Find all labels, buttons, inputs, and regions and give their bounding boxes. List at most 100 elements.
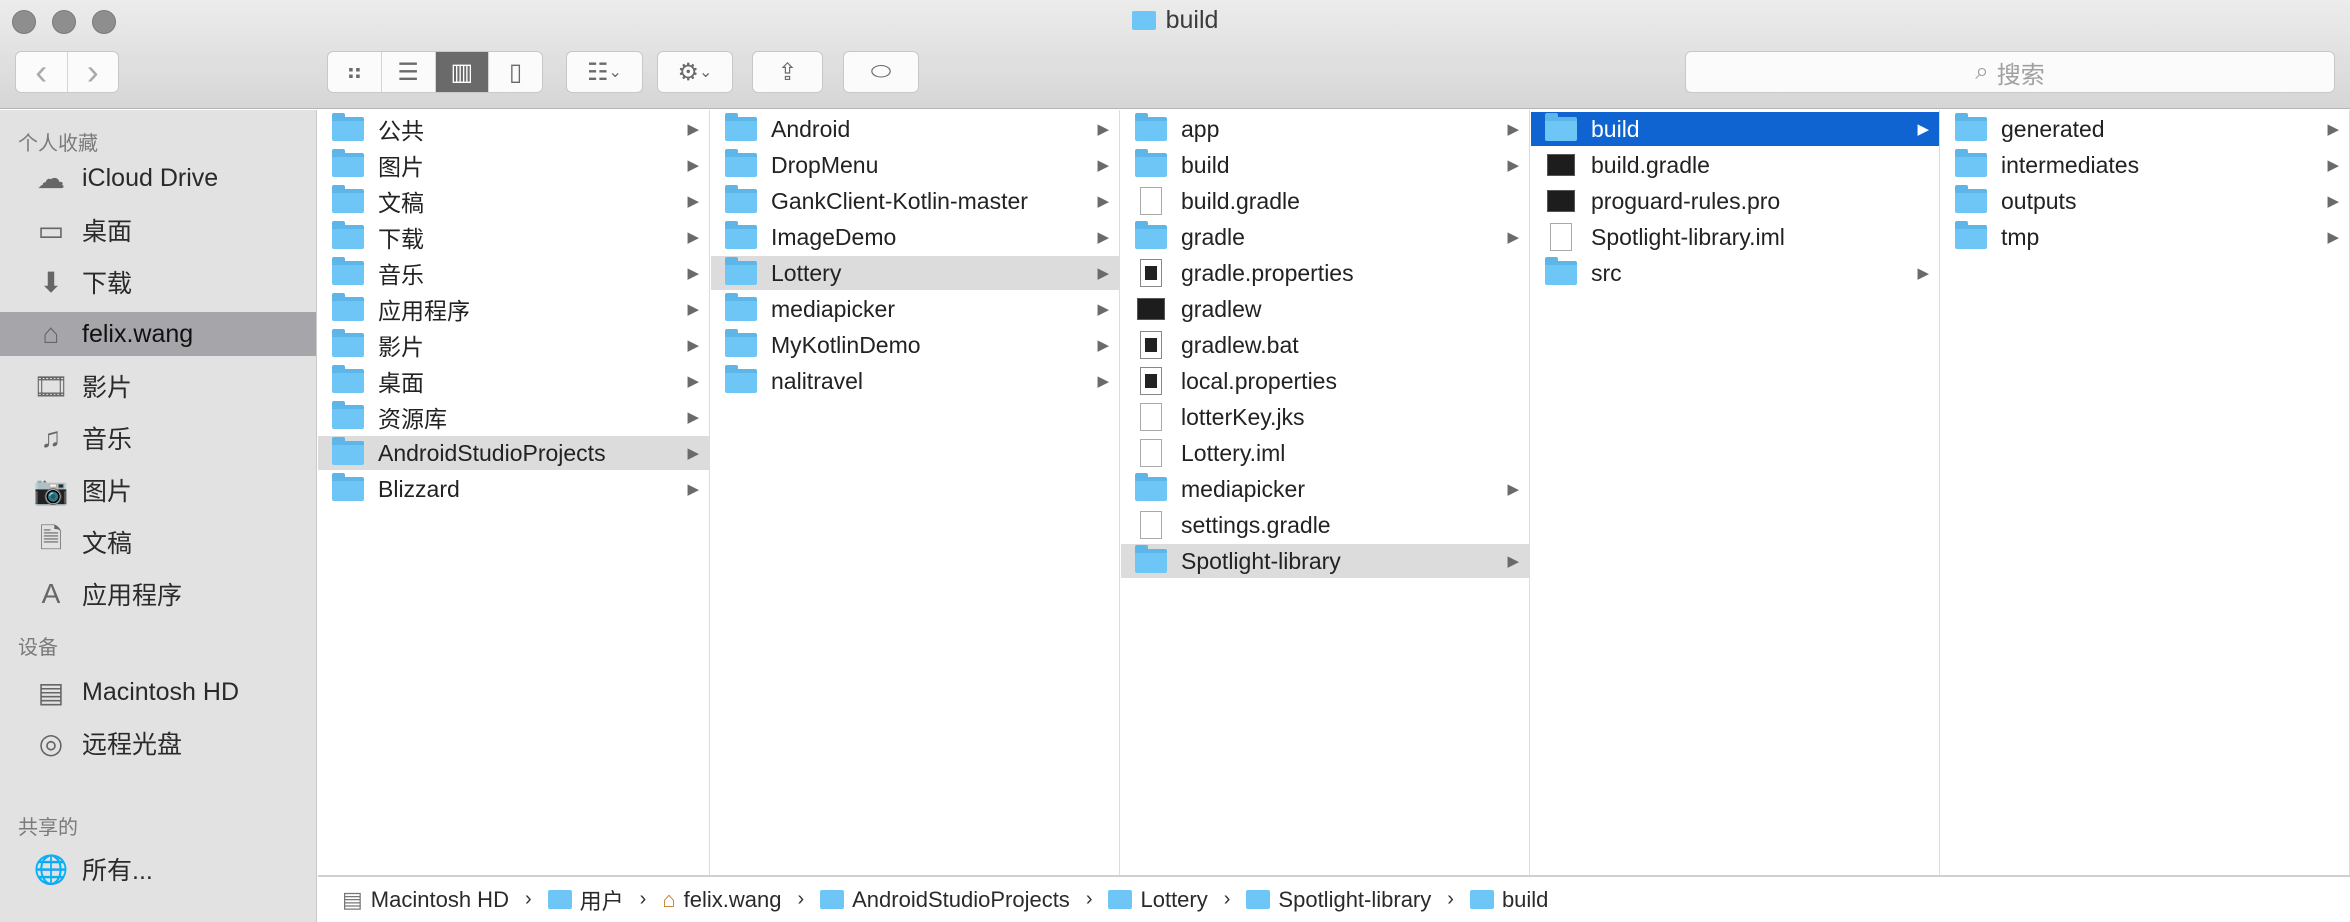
sidebar-item-label: felix.wang xyxy=(82,319,194,348)
gallery-view-button[interactable]: ▯ xyxy=(489,52,542,92)
column-item[interactable]: DropMenu ▶ xyxy=(711,148,1119,182)
column-view-button[interactable]: ▥ xyxy=(435,52,490,92)
folder-icon xyxy=(820,890,845,909)
sidebar-item[interactable]: A 应用程序 xyxy=(0,572,316,616)
column-item[interactable]: gradlew xyxy=(1121,292,1529,326)
path-segment[interactable]: 用户 xyxy=(547,884,624,916)
sidebar-item[interactable]: 🗎 文稿 xyxy=(0,520,316,564)
column-item[interactable]: 公共 ▶ xyxy=(318,112,709,146)
column-item[interactable]: app ▶ xyxy=(1121,112,1529,146)
list-view-button[interactable]: ☰ xyxy=(382,52,436,92)
path-segment[interactable]: ⌂ felix.wang xyxy=(662,887,781,913)
path-segment[interactable]: Lottery xyxy=(1108,886,1208,913)
column-item[interactable]: GankClient-Kotlin-master ▶ xyxy=(711,184,1119,218)
disclosure-arrow-icon: ▶ xyxy=(687,229,699,246)
item-name: 应用程序 xyxy=(378,298,470,324)
sidebar-item[interactable]: 📷 图片 xyxy=(0,468,316,512)
column-item[interactable]: build ▶ xyxy=(1531,112,1939,146)
forward-button[interactable]: › xyxy=(68,51,119,92)
sidebar-item[interactable]: ▭ 桌面 xyxy=(0,208,316,252)
back-button[interactable]: ‹ xyxy=(16,51,68,92)
sidebar-item[interactable]: ◎ 远程光盘 xyxy=(0,721,316,765)
column-item[interactable]: build ▶ xyxy=(1121,148,1529,182)
chevron-right-icon: › xyxy=(1085,888,1093,910)
column-item[interactable]: nalitravel ▶ xyxy=(711,364,1119,398)
icon-view-button[interactable]: ⠶ xyxy=(328,52,382,92)
column-item[interactable]: MyKotlinDemo ▶ xyxy=(711,328,1119,362)
column-item[interactable]: Spotlight-library ▶ xyxy=(1121,544,1529,578)
column-item[interactable]: 图片 ▶ xyxy=(318,148,709,182)
item-name: Lottery xyxy=(771,259,842,286)
path-segment-label: build xyxy=(1501,886,1549,912)
arrange-button[interactable]: ☷ ⌄ xyxy=(566,51,643,93)
column-item[interactable]: lotterKey.jks xyxy=(1121,400,1529,434)
folder-icon xyxy=(725,293,757,321)
column-item[interactable]: Blizzard ▶ xyxy=(318,472,709,506)
column-item[interactable]: settings.gradle xyxy=(1121,508,1529,542)
column-item[interactable]: gradlew.bat xyxy=(1121,328,1529,362)
column-item[interactable]: 音乐 ▶ xyxy=(318,256,709,290)
column-item[interactable]: 应用程序 ▶ xyxy=(318,292,709,326)
column-item[interactable]: local.properties xyxy=(1121,364,1529,398)
folder-icon xyxy=(1135,473,1167,501)
action-button[interactable]: ⚙ ⌄ xyxy=(657,51,733,93)
sidebar-item[interactable]: ⬇ 下载 xyxy=(0,260,316,304)
search-input[interactable]: ⌕ 搜索 xyxy=(1685,51,2335,93)
item-name: nalitravel xyxy=(771,367,864,394)
disclosure-arrow-icon: ▶ xyxy=(687,481,699,498)
sidebar-item[interactable]: 🎞 影片 xyxy=(0,364,316,408)
tag-button[interactable]: ⬭ xyxy=(843,51,919,93)
sidebar-item[interactable]: ♫ 音乐 xyxy=(0,416,316,460)
column-item[interactable]: gradle.properties xyxy=(1121,256,1529,290)
item-name: gradlew xyxy=(1181,295,1262,322)
column-item[interactable]: proguard-rules.pro xyxy=(1531,184,1939,218)
path-segment[interactable]: Spotlight-library xyxy=(1246,887,1431,913)
column-item[interactable]: tmp ▶ xyxy=(1941,220,2349,254)
column-item[interactable]: intermediates ▶ xyxy=(1941,148,2349,182)
column-item[interactable]: gradle ▶ xyxy=(1121,220,1529,254)
column-item[interactable]: build.gradle xyxy=(1531,148,1939,182)
column-item[interactable]: build.gradle xyxy=(1121,184,1529,218)
chevron-right-icon: › xyxy=(639,888,647,910)
path-segment-label: Lottery xyxy=(1140,886,1208,912)
disclosure-arrow-icon: ▶ xyxy=(1097,193,1109,210)
path-segment[interactable]: build xyxy=(1469,886,1549,913)
disclosure-arrow-icon: ▶ xyxy=(1507,553,1519,570)
sidebar-item[interactable]: ▤ Macintosh HD xyxy=(0,670,316,714)
column-item[interactable]: 下载 ▶ xyxy=(318,220,709,254)
column-item[interactable]: mediapicker ▶ xyxy=(1121,472,1529,506)
column-item[interactable]: Lottery ▶ xyxy=(711,256,1119,290)
column-item[interactable]: Lottery.iml xyxy=(1121,436,1529,470)
view-mode-segment: ⠶ ☰ ▥ ▯ xyxy=(327,51,543,93)
column-item[interactable]: Android ▶ xyxy=(711,112,1119,146)
sidebar-item[interactable]: 🌐 所有... xyxy=(0,847,316,891)
download-icon: ⬇ xyxy=(39,266,63,298)
item-name: DropMenu xyxy=(771,151,879,178)
column-item[interactable]: Spotlight-library.iml xyxy=(1531,220,1939,254)
column-item[interactable]: AndroidStudioProjects ▶ xyxy=(318,436,709,470)
column-item[interactable]: 资源库 ▶ xyxy=(318,400,709,434)
column-item[interactable]: outputs ▶ xyxy=(1941,184,2349,218)
path-segment[interactable]: ▤ Macintosh HD xyxy=(342,887,509,913)
chevron-right-icon: › xyxy=(1447,888,1454,910)
column-item[interactable]: mediapicker ▶ xyxy=(711,292,1119,326)
folder-icon xyxy=(332,185,364,213)
folder-icon xyxy=(332,149,364,177)
item-name: build.gradle xyxy=(1181,187,1300,214)
column-item[interactable]: src ▶ xyxy=(1531,256,1939,290)
title-bar: build ‹ › ⠶ ☰ ▥ ▯ ☷ ⌄ ⚙ ⌄ ⇪ ⬭ ⌕ 搜索 xyxy=(0,0,2350,109)
share-button[interactable]: ⇪ xyxy=(752,51,823,93)
column-item[interactable]: ImageDemo ▶ xyxy=(711,220,1119,254)
column-item[interactable]: 影片 ▶ xyxy=(318,328,709,362)
path-bar: ▤ Macintosh HD › 用户 › ⌂ felix.wang › AndroidStud… xyxy=(318,875,2350,922)
sidebar-item[interactable]: ⌂ felix.wang xyxy=(0,312,316,356)
item-name: Blizzard xyxy=(378,475,460,502)
path-segment-label: felix.wang xyxy=(683,886,782,912)
column-item[interactable]: 文稿 ▶ xyxy=(318,184,709,218)
executable-icon xyxy=(1547,154,1575,176)
column-item[interactable]: generated ▶ xyxy=(1941,112,2349,146)
path-segment[interactable]: AndroidStudioProjects xyxy=(820,887,1070,913)
column-item[interactable]: 桌面 ▶ xyxy=(318,364,709,398)
sidebar-item[interactable]: ☁ iCloud Drive xyxy=(0,156,316,200)
item-name: settings.gradle xyxy=(1181,511,1331,538)
